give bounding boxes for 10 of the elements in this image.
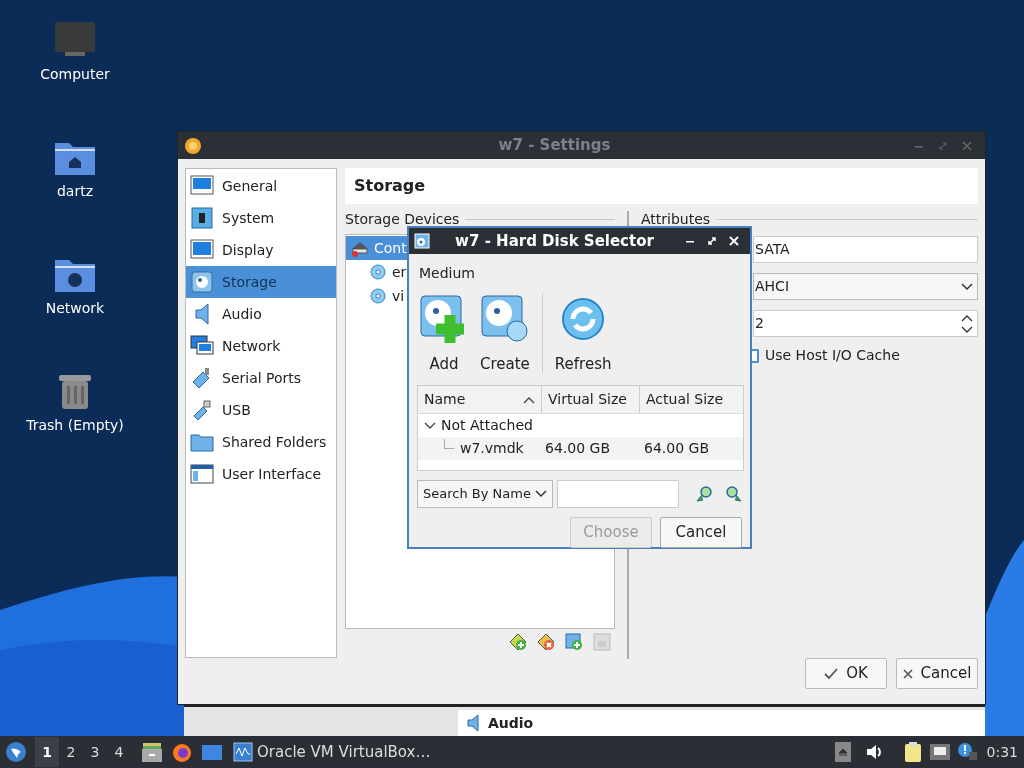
table-cell-text: 64.00 GB	[544, 439, 611, 458]
section-label: Attributes	[641, 209, 711, 229]
page-title: Storage	[345, 168, 978, 204]
section-label: Storage Devices	[345, 209, 460, 229]
section-label: Medium	[419, 264, 475, 283]
table-cell-text: w7.vmdk	[460, 439, 524, 458]
window-title: w7 - Settings	[497, 135, 612, 157]
window-title: w7 - Hard Disk Selector	[454, 230, 655, 252]
table-cell-text: 64.00 GB	[643, 439, 710, 458]
page-header: Audio	[458, 710, 985, 736]
